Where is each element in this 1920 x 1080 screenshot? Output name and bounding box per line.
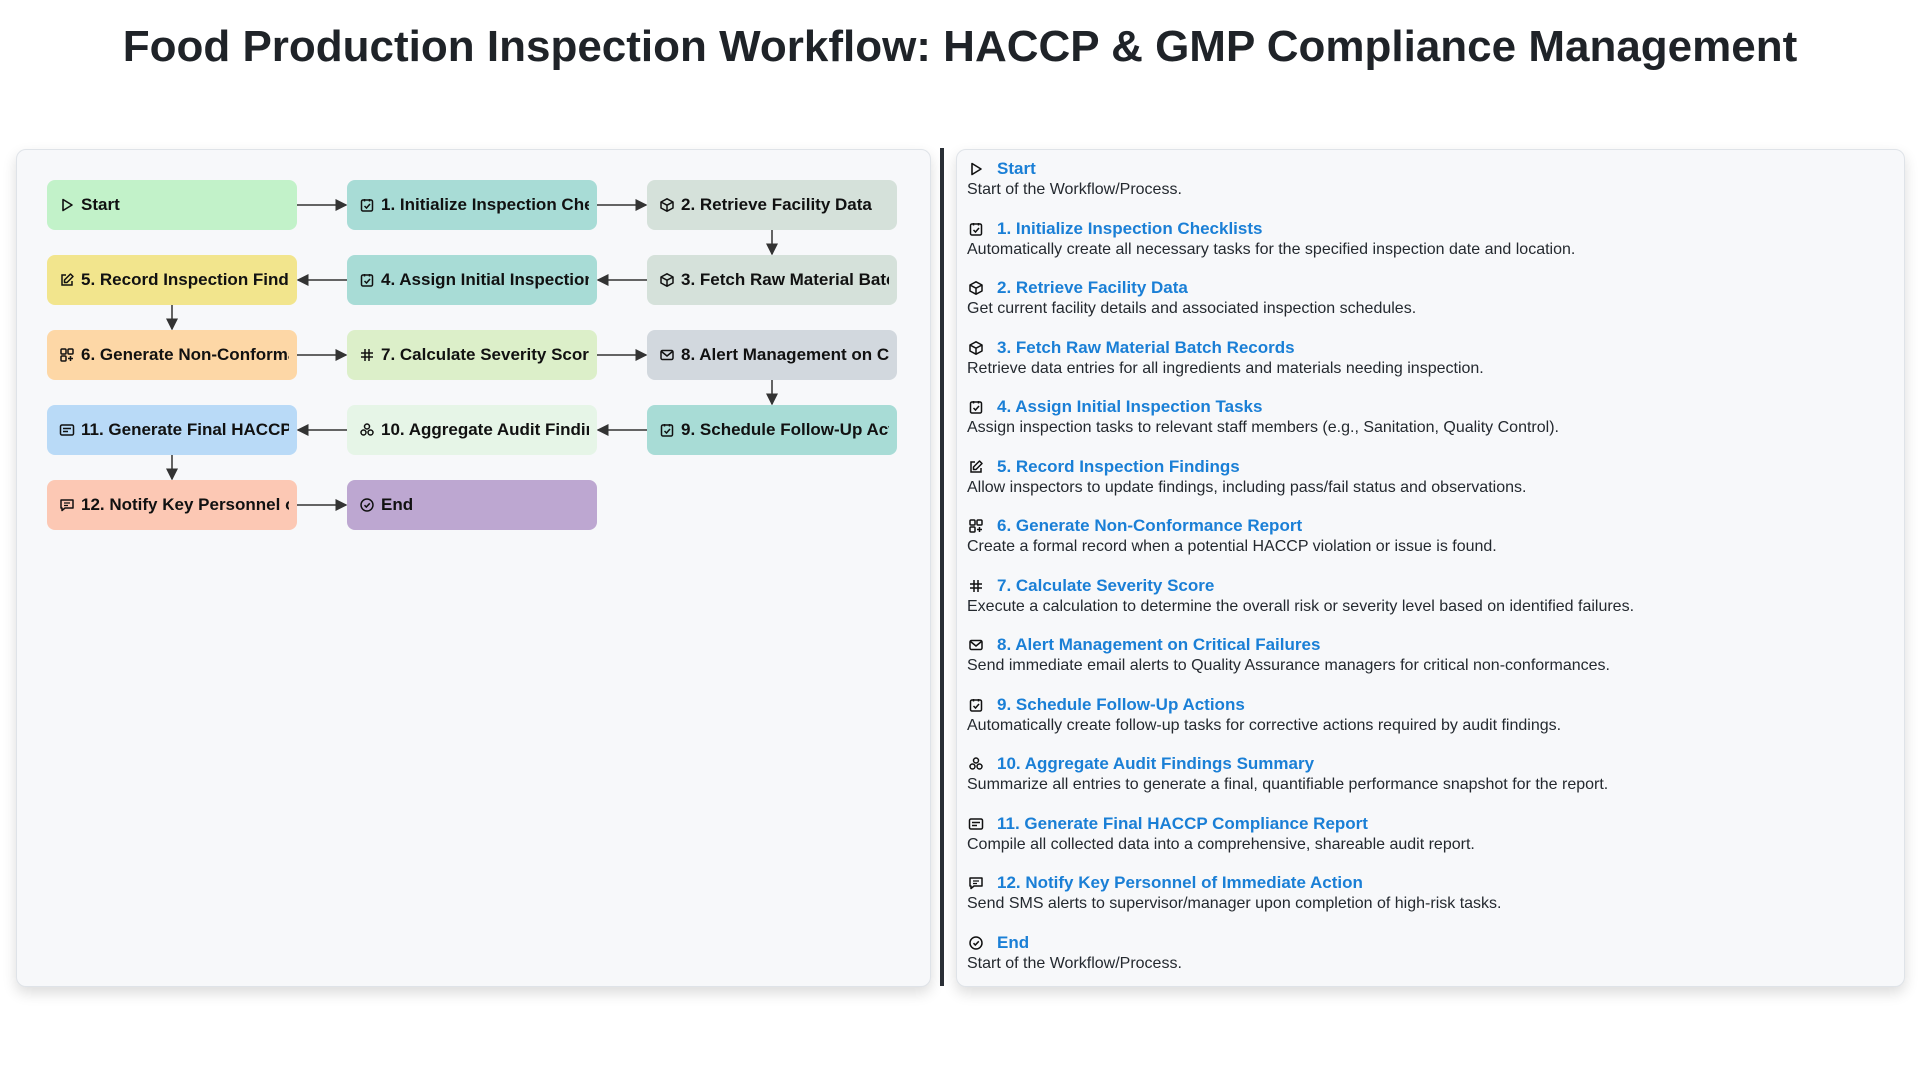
detail-item-12: 12. Notify Key Personnel of Immediate Ac… bbox=[967, 872, 1887, 932]
detail-title[interactable]: 5. Record Inspection Findings bbox=[997, 457, 1240, 477]
detail-title[interactable]: 11. Generate Final HACCP Compliance Repo… bbox=[997, 814, 1368, 834]
cube-icon bbox=[968, 280, 984, 296]
detail-item-11: 11. Generate Final HACCP Compliance Repo… bbox=[967, 813, 1887, 873]
node-retrieve-facility-data[interactable]: 2. Retrieve Facility Data bbox=[647, 180, 897, 230]
detail-description: Execute a calculation to determine the o… bbox=[967, 597, 1635, 615]
detail-description: Compile all collected data into a compre… bbox=[967, 835, 1475, 853]
detail-title[interactable]: 7. Calculate Severity Score bbox=[997, 576, 1214, 596]
detail-description: Start of the Workflow/Process. bbox=[967, 954, 1182, 972]
detail-item-3: 3. Fetch Raw Material Batch Records Retr… bbox=[967, 337, 1887, 397]
node-generate-non-conformance-report[interactable]: 6. Generate Non-Conformance Report bbox=[47, 330, 297, 380]
page-title: Food Production Inspection Workflow: HAC… bbox=[122, 22, 1798, 71]
aggregate-icon bbox=[359, 422, 375, 438]
detail-description: Start of the Workflow/Process. bbox=[967, 181, 1182, 198]
detail-item-8: 8. Alert Management on Critical Failures… bbox=[967, 634, 1887, 694]
detail-item-1: 1. Initialize Inspection Checklists Auto… bbox=[967, 218, 1887, 278]
detail-item-7: 7. Calculate Severity Score Execute a ca… bbox=[967, 575, 1887, 635]
detail-title[interactable]: 2. Retrieve Facility Data bbox=[997, 278, 1188, 298]
detail-description: Create a formal record when a potential … bbox=[967, 538, 1497, 555]
detail-title[interactable]: End bbox=[997, 933, 1029, 953]
detail-title[interactable]: 1. Initialize Inspection Checklists bbox=[997, 219, 1262, 239]
detail-description: Automatically create follow-up tasks for… bbox=[967, 716, 1562, 734]
detail-title[interactable]: Start bbox=[997, 159, 1036, 179]
report-icon bbox=[59, 422, 75, 438]
play-icon bbox=[59, 197, 75, 213]
node-assign-initial-inspection-tasks[interactable]: 4. Assign Initial Inspection Tasks bbox=[347, 255, 597, 305]
detail-description: Retrieve data entries for all ingredient… bbox=[967, 359, 1484, 377]
report-icon bbox=[968, 816, 984, 832]
grid-plus-icon bbox=[968, 518, 984, 534]
detail-description: Automatically create all necessary tasks… bbox=[967, 240, 1576, 258]
hash-icon bbox=[359, 347, 375, 363]
aggregate-icon bbox=[968, 756, 984, 772]
check-circle-icon bbox=[359, 497, 375, 513]
edit-icon bbox=[59, 272, 75, 288]
step-details-list: Start Start of the Workflow/Process. 1. … bbox=[967, 158, 1887, 991]
node-end[interactable]: End bbox=[347, 480, 597, 530]
checkbox-icon bbox=[968, 697, 984, 713]
detail-item-start: Start Start of the Workflow/Process. bbox=[967, 158, 1887, 218]
detail-description: Assign inspection tasks to relevant staf… bbox=[967, 419, 1559, 436]
edit-icon bbox=[968, 459, 984, 475]
node-generate-final-haccp-compliance-report[interactable]: 11. Generate Final HACCP Compliance Repo… bbox=[47, 405, 297, 455]
node-notify-key-personnel[interactable]: 12. Notify Key Personnel of Immediate Ac… bbox=[47, 480, 297, 530]
node-alert-management-on-critical-failures[interactable]: 8. Alert Management on Critical Failures bbox=[647, 330, 897, 380]
panel-divider bbox=[940, 148, 944, 986]
checkbox-icon bbox=[968, 221, 984, 237]
node-initialize-inspection-checklists[interactable]: 1. Initialize Inspection Checklists bbox=[347, 180, 597, 230]
message-icon bbox=[968, 875, 984, 891]
detail-title[interactable]: 6. Generate Non-Conformance Report bbox=[997, 516, 1302, 536]
detail-item-10: 10. Aggregate Audit Findings Summary Sum… bbox=[967, 753, 1887, 813]
checkbox-icon bbox=[659, 422, 675, 438]
detail-item-end: End Start of the Workflow/Process. bbox=[967, 932, 1887, 992]
detail-item-2: 2. Retrieve Facility Data Get current fa… bbox=[967, 277, 1887, 337]
detail-description: Get current facility details and associa… bbox=[967, 300, 1417, 317]
detail-title[interactable]: 10. Aggregate Audit Findings Summary bbox=[997, 754, 1314, 774]
node-aggregate-audit-findings-summary[interactable]: 10. Aggregate Audit Findings Summary bbox=[347, 405, 597, 455]
cube-icon bbox=[659, 272, 675, 288]
detail-item-4: 4. Assign Initial Inspection Tasks Assig… bbox=[967, 396, 1887, 456]
detail-title[interactable]: 9. Schedule Follow-Up Actions bbox=[997, 695, 1245, 715]
message-icon bbox=[59, 497, 75, 513]
grid-plus-icon bbox=[59, 347, 75, 363]
checkbox-icon bbox=[359, 272, 375, 288]
check-circle-icon bbox=[968, 935, 984, 951]
detail-description: Summarize all entries to generate a fina… bbox=[967, 776, 1609, 793]
detail-item-6: 6. Generate Non-Conformance Report Creat… bbox=[967, 515, 1887, 575]
detail-item-5: 5. Record Inspection Findings Allow insp… bbox=[967, 456, 1887, 516]
detail-description: Send immediate email alerts to Quality A… bbox=[967, 657, 1610, 674]
hash-icon bbox=[968, 578, 984, 594]
node-start[interactable]: Start bbox=[47, 180, 297, 230]
cube-icon bbox=[659, 197, 675, 213]
detail-title[interactable]: 4. Assign Initial Inspection Tasks bbox=[997, 397, 1262, 417]
detail-description: Allow inspectors to update findings, inc… bbox=[967, 478, 1527, 496]
node-schedule-follow-up-actions[interactable]: 9. Schedule Follow-Up Actions bbox=[647, 405, 897, 455]
detail-title[interactable]: 8. Alert Management on Critical Failures bbox=[997, 635, 1320, 655]
checkbox-icon bbox=[359, 197, 375, 213]
detail-description: Send SMS alerts to supervisor/manager up… bbox=[967, 895, 1502, 912]
detail-title[interactable]: 12. Notify Key Personnel of Immediate Ac… bbox=[997, 873, 1363, 893]
checkbox-icon bbox=[968, 399, 984, 415]
node-calculate-severity-score[interactable]: 7. Calculate Severity Score bbox=[347, 330, 597, 380]
mail-icon bbox=[968, 637, 984, 653]
detail-item-9: 9. Schedule Follow-Up Actions Automatica… bbox=[967, 694, 1887, 754]
node-record-inspection-findings[interactable]: 5. Record Inspection Findings bbox=[47, 255, 297, 305]
node-fetch-raw-material-batch-records[interactable]: 3. Fetch Raw Material Batch Records bbox=[647, 255, 897, 305]
play-icon bbox=[968, 161, 984, 177]
cube-icon bbox=[968, 340, 984, 356]
mail-icon bbox=[659, 347, 675, 363]
detail-title[interactable]: 3. Fetch Raw Material Batch Records bbox=[997, 338, 1295, 358]
